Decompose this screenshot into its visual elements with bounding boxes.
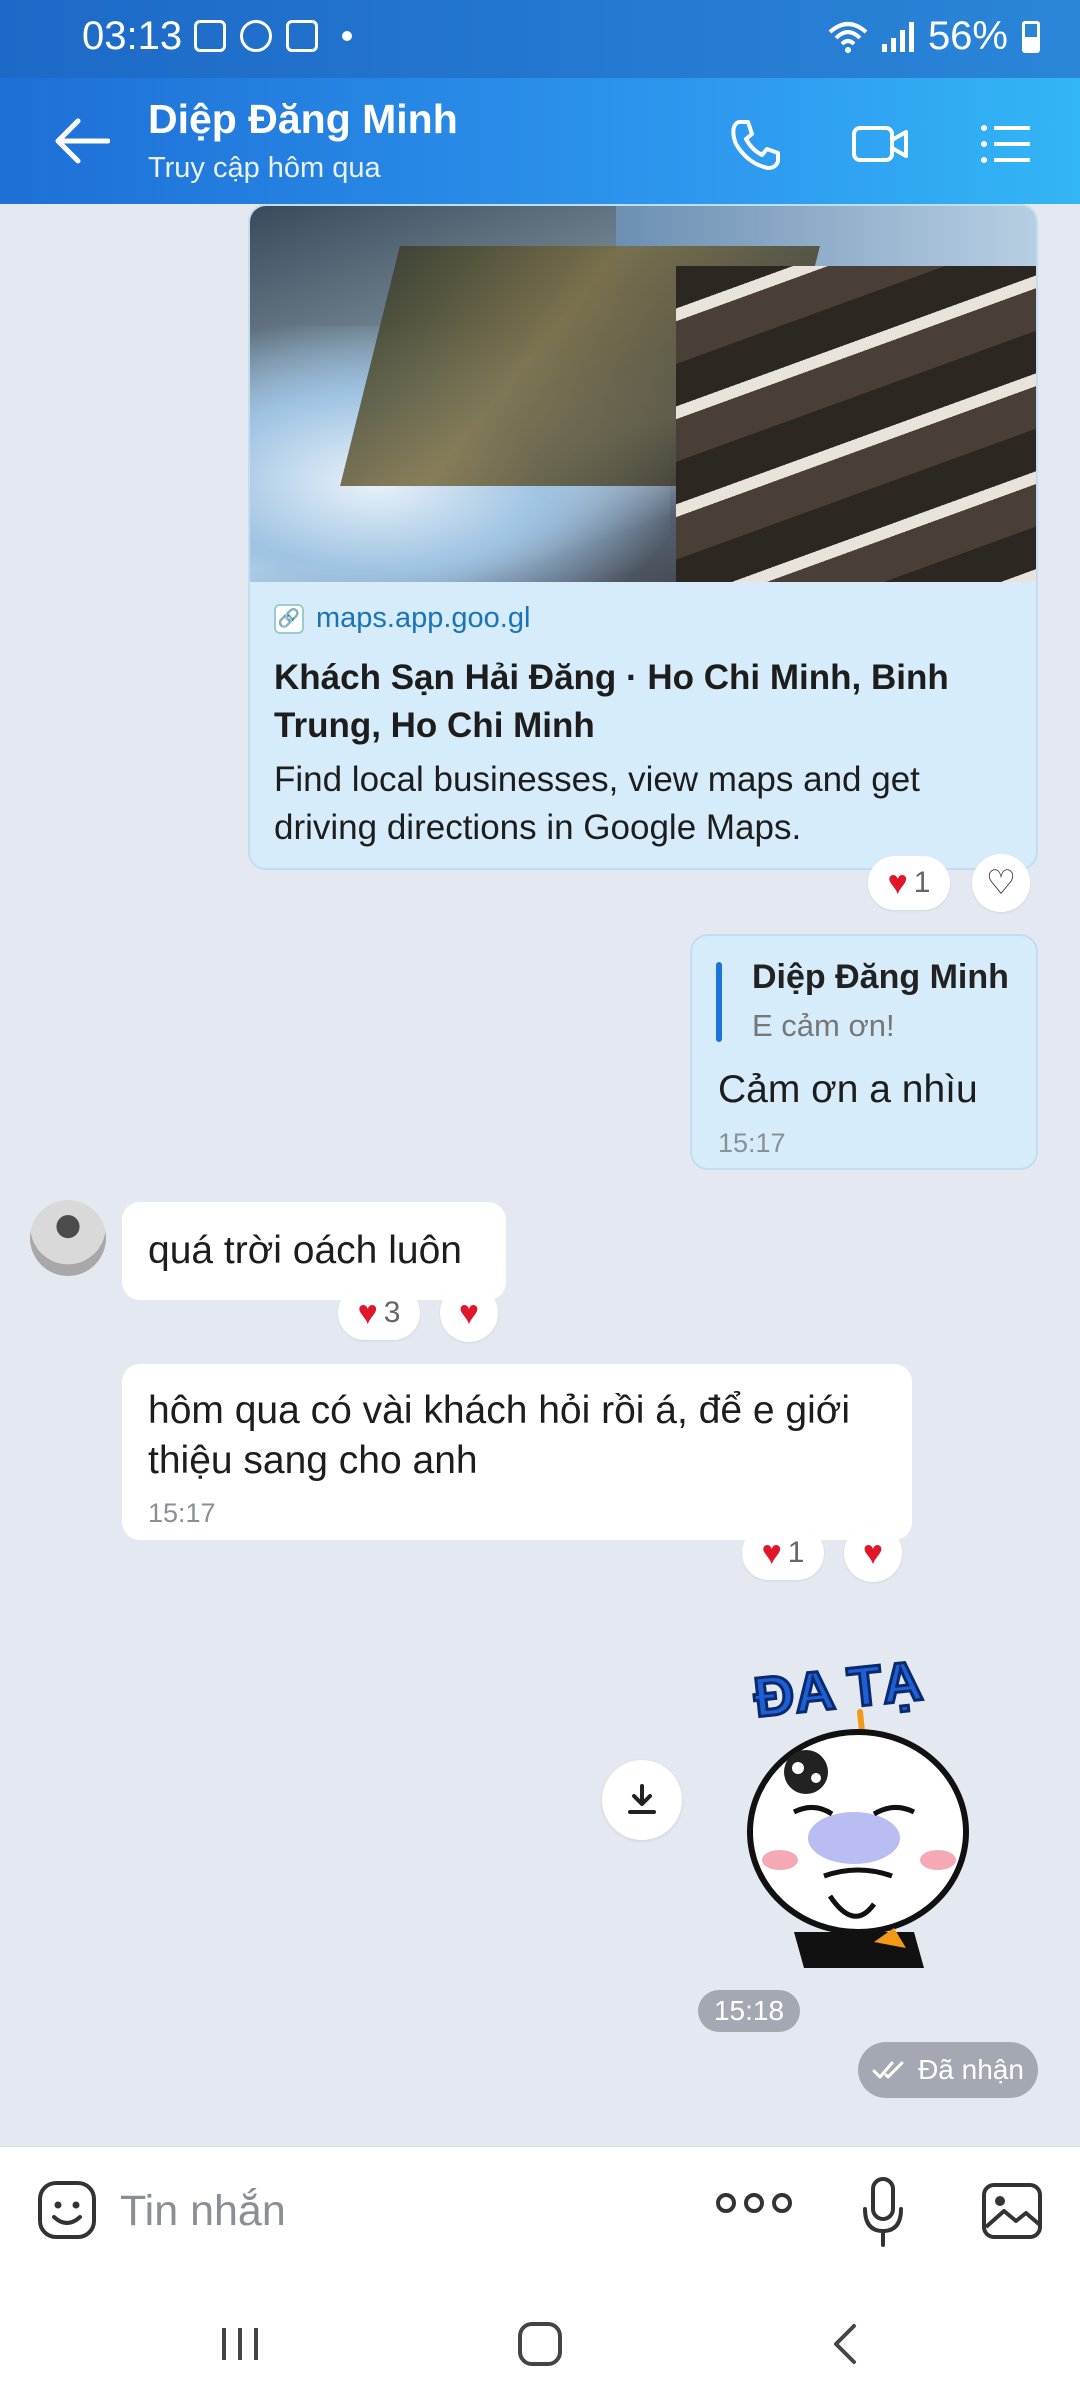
reaction-summary[interactable]: ♥ 3 <box>338 1286 420 1340</box>
my-reply-bubble[interactable]: Diệp Đăng Minh E cảm ơn! Cảm ơn a nhìu 1… <box>690 934 1038 1170</box>
chat-header: Diệp Đăng Minh Truy cập hôm qua <box>0 78 1080 204</box>
emoji-icon[interactable] <box>36 2179 98 2241</box>
message-text: hôm qua có vài khách hỏi rồi á, để e giớ… <box>148 1389 850 1482</box>
phone-call-icon[interactable] <box>726 114 786 174</box>
quote-name: Diệp Đăng Minh <box>752 958 1009 996</box>
heart-icon: ♥ <box>357 1294 378 1332</box>
home-icon[interactable] <box>510 2314 570 2374</box>
back-nav-icon[interactable] <box>816 2314 876 2374</box>
sticker-image[interactable]: ĐA TẠ <box>724 1632 994 1972</box>
heart-icon: ♥ <box>862 1534 884 1572</box>
more-options-icon[interactable] <box>716 2193 792 2213</box>
time-chip: 15:18 <box>698 1990 800 2032</box>
reaction-summary[interactable]: ♥ 1 <box>868 856 950 910</box>
react-button[interactable]: ♥ <box>844 1524 902 1582</box>
message-time: 15:17 <box>718 1128 786 1158</box>
quote-bar <box>716 962 722 1042</box>
heart-icon: ♥ <box>887 864 908 902</box>
back-arrow-icon[interactable] <box>54 118 110 164</box>
reaction-count: 1 <box>913 866 931 899</box>
reaction-count: 3 <box>383 1296 401 1329</box>
last-seen: Truy cập hôm qua <box>148 152 381 184</box>
notification-icons <box>194 20 352 52</box>
battery-icon <box>1022 20 1040 53</box>
status-time: 03:13 <box>82 14 183 58</box>
react-button[interactable]: ♥ <box>440 1284 498 1342</box>
link-preview-card[interactable]: 🔗 maps.app.goo.gl Khách Sạn Hải Đăng · H… <box>248 204 1038 870</box>
app-notification-icon <box>240 20 272 52</box>
heart-icon: ♥ <box>458 1294 480 1332</box>
signal-icon <box>881 21 914 52</box>
wifi-icon <box>828 21 868 53</box>
video-call-icon[interactable] <box>850 114 910 174</box>
microphone-icon[interactable] <box>860 2175 906 2249</box>
message-composer <box>0 2146 1080 2276</box>
link-icon: 🔗 <box>274 603 304 634</box>
status-bar: 03:13 56% <box>0 0 1080 78</box>
message-input[interactable] <box>120 2181 680 2241</box>
their-message-bubble[interactable]: hôm qua có vài khách hỏi rồi á, để e giớ… <box>122 1364 912 1540</box>
menu-list-icon[interactable] <box>976 114 1036 174</box>
link-domain-text: maps.app.goo.gl <box>316 602 531 634</box>
link-domain[interactable]: 🔗 maps.app.goo.gl <box>274 602 530 635</box>
heart-outline-icon: ♡ <box>985 864 1017 902</box>
reaction-summary[interactable]: ♥ 1 <box>742 1526 824 1580</box>
system-nav-bar <box>0 2276 1080 2400</box>
link-title: Khách Sạn Hải Đăng · Ho Chi Minh, Binh T… <box>274 658 949 745</box>
message-time: 15:17 <box>148 1498 216 1528</box>
sticker-caption: ĐA TẠ <box>751 1649 926 1729</box>
gallery-notification-icon <box>194 20 226 52</box>
their-message-bubble[interactable]: quá trời oách luôn <box>122 1202 506 1300</box>
avatar[interactable] <box>30 1200 106 1276</box>
shop-notification-icon <box>286 20 318 52</box>
contact-name[interactable]: Diệp Đăng Minh <box>148 96 458 143</box>
battery-percent: 56% <box>927 14 1008 58</box>
recent-apps-icon[interactable] <box>210 2314 270 2374</box>
more-notifications-icon <box>342 31 352 41</box>
download-button[interactable] <box>602 1760 682 1840</box>
double-check-icon <box>872 2061 904 2079</box>
delivery-status-text: Đã nhận <box>918 2054 1024 2085</box>
message-text: Cảm ơn a nhìu <box>718 1068 978 1111</box>
delivery-status: Đã nhận <box>858 2042 1038 2098</box>
reaction-count: 1 <box>787 1536 805 1569</box>
download-icon <box>628 1784 656 1814</box>
heart-icon: ♥ <box>761 1534 782 1572</box>
link-description: Find local businesses, view maps and get… <box>274 760 920 847</box>
react-button[interactable]: ♡ <box>972 854 1030 912</box>
quote-text: E cảm ơn! <box>752 1008 895 1043</box>
link-preview-image <box>250 206 1036 582</box>
message-text: quá trời oách luôn <box>148 1229 462 1272</box>
image-gallery-icon[interactable] <box>980 2181 1044 2241</box>
